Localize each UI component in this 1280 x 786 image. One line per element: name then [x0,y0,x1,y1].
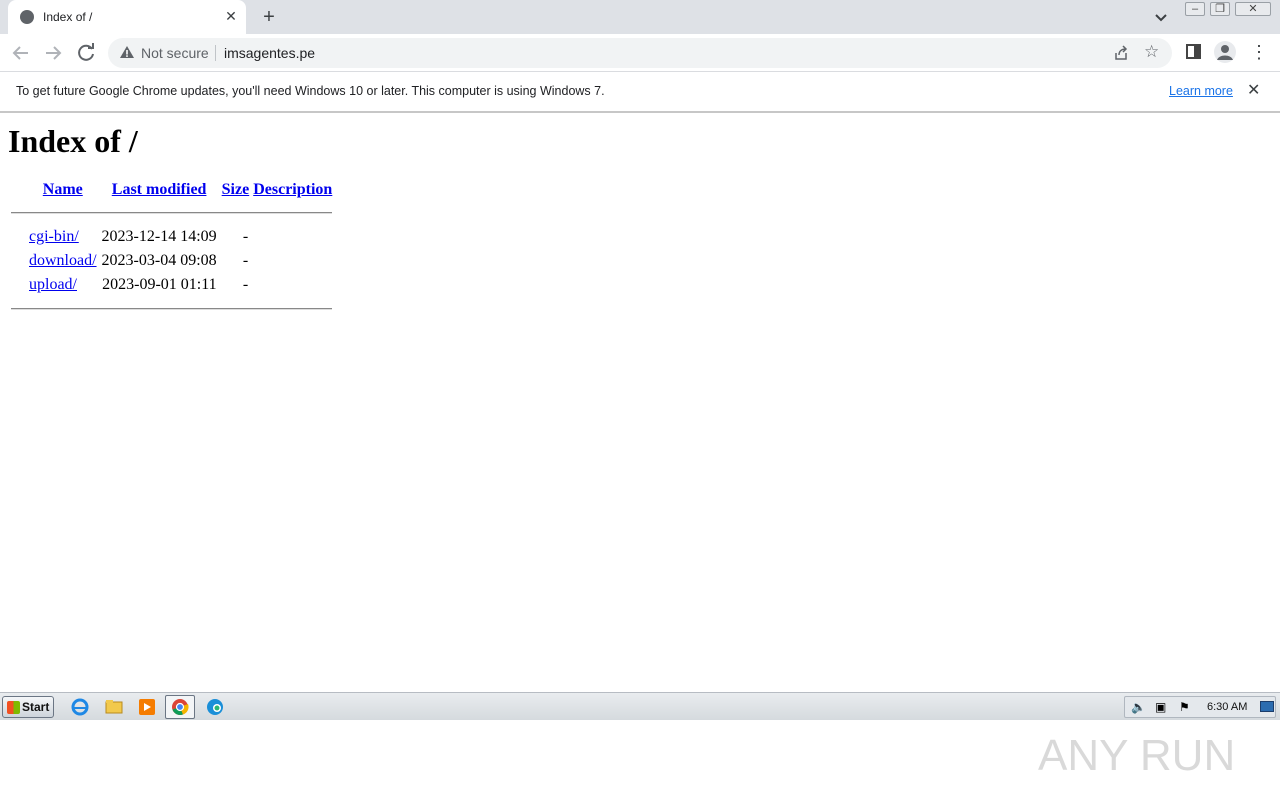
edge-icon[interactable] [205,697,225,717]
page-content: Index of / Name Last modified Size Descr… [0,114,1280,780]
name-cell: upload/ [28,274,98,296]
table-row: cgi-bin/ 2023-12-14 14:09 - [10,226,333,248]
column-header-description[interactable]: Description [252,180,333,200]
divider [215,45,216,61]
sort-by-modified-link[interactable]: Last modified [112,181,207,198]
size-cell: - [242,252,249,269]
network-icon[interactable]: ▣ [1155,700,1166,714]
directory-table: Name Last modified Size Description cgi-… [8,178,335,322]
internet-explorer-icon[interactable] [70,697,90,717]
taskbar-clock[interactable]: 6:30 AM [1207,701,1247,713]
show-desktop-icon[interactable] [1260,701,1274,712]
url-text[interactable]: imsagentes.pe [224,45,315,61]
chrome-taskbar-button[interactable] [165,695,195,719]
back-arrow-icon[interactable] [8,40,34,66]
modified-cell: 2023-03-04 09:08 [101,252,217,269]
address-bar[interactable]: Not secure imsagentes.pe ☆ [108,38,1172,68]
browser-chrome: Index of / ✕ + ‒ ❐ ✕ Not secure imsagent… [0,0,1280,114]
sort-by-name-link[interactable]: Name [43,181,83,198]
tab-close-button[interactable]: ✕ [222,7,240,25]
row-icon-cell [10,274,26,296]
minimize-button[interactable]: ‒ [1185,2,1205,16]
sort-by-size-link[interactable]: Size [222,181,250,198]
column-header-size[interactable]: Size [221,180,251,200]
modified-cell: 2023-12-14 14:09 [101,228,217,245]
name-cell: download/ [28,250,98,272]
volume-icon[interactable]: 🔈 [1131,700,1146,714]
table-row: upload/ 2023-09-01 01:11 - [10,274,333,296]
tab-active[interactable]: Index of / ✕ [8,0,246,34]
windows-taskbar: Start 🔈 ▣ ⚑ 6:30 AM [0,692,1280,720]
divider [11,308,333,310]
reload-icon[interactable] [73,40,99,66]
size-cell: - [242,228,249,245]
globe-icon [20,10,34,24]
close-window-button[interactable]: ✕ [1235,2,1271,16]
column-header-name[interactable]: Name [28,180,98,200]
system-tray: 🔈 ▣ ⚑ [1124,696,1276,718]
infobar-close-button[interactable]: ✕ [1247,80,1260,100]
profile-avatar-icon[interactable] [1214,41,1236,63]
update-infobar: To get future Google Chrome updates, you… [0,72,1280,113]
table-header-row: Name Last modified Size Description [10,180,333,200]
side-panel-icon[interactable] [1186,44,1201,59]
forward-arrow-icon[interactable] [40,40,66,66]
row-icon-cell [10,250,26,272]
directory-link[interactable]: upload/ [29,276,77,293]
description-cell [252,226,333,248]
row-icon-cell [10,226,26,248]
table-row: download/ 2023-03-04 09:08 - [10,250,333,272]
new-tab-button[interactable]: + [258,6,280,28]
page-title: Index of / [8,123,138,159]
media-player-icon[interactable] [137,697,157,717]
learn-more-link[interactable]: Learn more [1169,84,1233,98]
chrome-icon [172,699,189,716]
sort-by-description-link[interactable]: Description [253,181,332,198]
warning-triangle-icon[interactable] [119,44,135,60]
kebab-menu-icon[interactable]: ⋮ [1250,40,1268,64]
start-label: Start [22,700,50,714]
anyrun-watermark-logo: ANY RUN [1038,731,1234,780]
name-cell: cgi-bin/ [28,226,98,248]
windows-flag-icon [7,701,20,714]
share-icon[interactable] [1113,45,1129,61]
action-center-flag-icon[interactable]: ⚑ [1179,700,1190,714]
restore-button[interactable]: ❐ [1210,2,1230,16]
size-cell: - [242,276,249,293]
watermark-text: ANY RUN [1038,731,1234,780]
divider-row [10,202,333,224]
directory-link[interactable]: cgi-bin/ [29,228,79,245]
column-header-last-modified[interactable]: Last modified [100,180,219,200]
description-cell [252,274,333,296]
file-explorer-icon[interactable] [104,697,124,717]
start-button[interactable]: Start [2,696,54,718]
divider-row [10,298,333,320]
bookmark-star-icon[interactable]: ☆ [1144,42,1159,62]
description-cell [252,250,333,272]
directory-link[interactable]: download/ [29,252,97,269]
divider [11,212,333,214]
modified-cell: 2023-09-01 01:11 [102,276,217,293]
security-label[interactable]: Not secure [141,45,209,61]
tab-title: Index of / [43,10,93,24]
toolbar: Not secure imsagentes.pe ☆ ⋮ [0,34,1280,72]
chevron-down-icon[interactable] [1152,8,1170,26]
tab-strip: Index of / ✕ + ‒ ❐ ✕ [0,0,1280,34]
infobar-message: To get future Google Chrome updates, you… [16,84,605,98]
icon-column-header [10,180,26,200]
